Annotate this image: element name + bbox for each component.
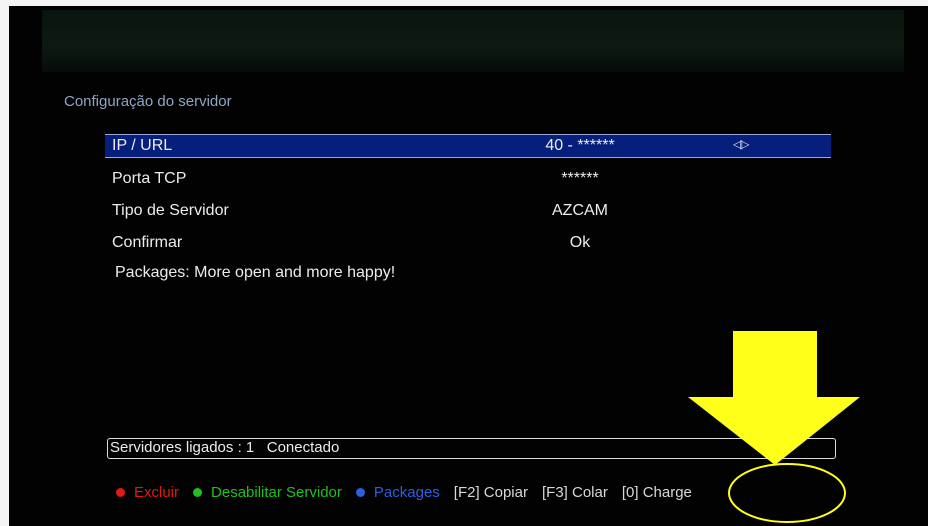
yellow-highlight-circle (728, 463, 846, 523)
yellow-arrow-annotation (688, 331, 860, 523)
yellow-down-arrow-icon (688, 331, 860, 465)
